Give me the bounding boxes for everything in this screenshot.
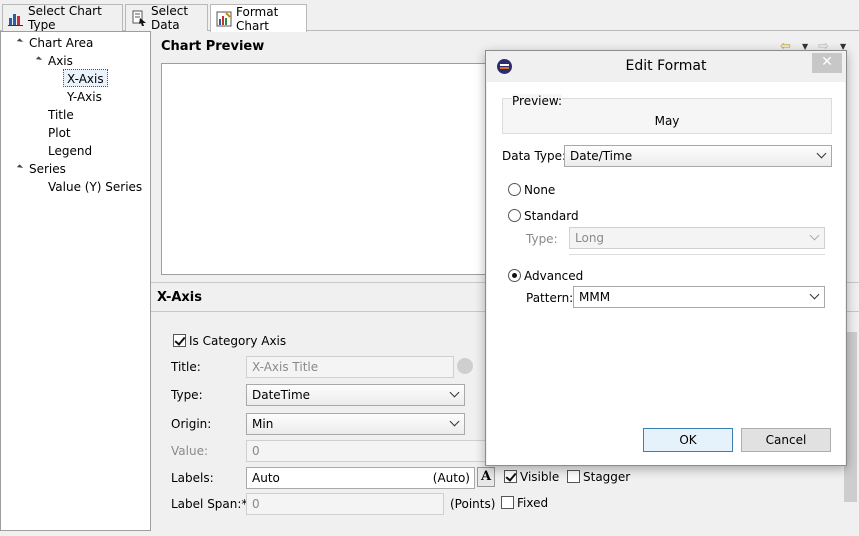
expand-chart-area-icon[interactable]: [16, 38, 24, 45]
value-label: Value:: [171, 444, 208, 458]
format-tree: Chart Area Axis X-Axis Y-Axis Title Plot…: [0, 31, 151, 531]
dialog-body: Preview: May Data Type: Date/Time None S…: [487, 82, 845, 465]
cancel-button[interactable]: Cancel: [741, 428, 831, 452]
fixed-checkbox[interactable]: [501, 496, 514, 509]
label-span-label: Label Span:*: [171, 497, 248, 511]
data-type-label: Data Type:: [502, 149, 567, 163]
tree-item-title[interactable]: Title: [48, 106, 74, 124]
points-label: (Points): [450, 497, 496, 511]
labels-auto-text: (Auto): [432, 471, 470, 485]
visible-checkbox[interactable]: [504, 470, 517, 483]
expand-axis-icon[interactable]: [35, 56, 43, 63]
axis-type-select[interactable]: DateTime: [246, 384, 465, 406]
globe-icon[interactable]: [457, 358, 473, 374]
tree-item-axis[interactable]: Axis: [48, 52, 73, 70]
fixed-label: Fixed: [517, 496, 549, 510]
tree-item-plot[interactable]: Plot: [48, 124, 71, 142]
tab-format-chart[interactable]: Format Chart: [210, 4, 307, 33]
is-category-axis-label: Is Category Axis: [189, 334, 287, 348]
data-type-select[interactable]: Date/Time: [564, 145, 832, 167]
type-label: Type:: [171, 388, 203, 402]
ok-button[interactable]: OK: [643, 428, 733, 452]
chevron-down-icon: [449, 416, 460, 427]
chart-type-icon: [8, 10, 24, 26]
chevron-down-icon: [816, 148, 827, 159]
preview-label: Preview:: [512, 94, 563, 108]
stagger-checkbox[interactable]: [567, 470, 580, 483]
labels-label: Labels:: [171, 471, 214, 485]
standard-type-label: Type:: [526, 232, 558, 246]
dialog-titlebar: Edit Format ✕: [486, 51, 846, 81]
divider: [569, 254, 825, 255]
tree-item-series[interactable]: Series: [29, 160, 66, 178]
tab-select-chart-type[interactable]: Select Chart Type: [2, 4, 123, 32]
origin-value-field[interactable]: 0: [246, 440, 486, 462]
title-label: Title:: [171, 360, 201, 374]
origin-select[interactable]: Min: [246, 413, 465, 435]
preview-value: May: [654, 114, 680, 128]
stagger-label: Stagger: [583, 470, 631, 484]
expand-series-icon[interactable]: [16, 164, 24, 171]
select-data-icon: [131, 10, 147, 26]
edit-format-dialog: Edit Format ✕ Preview: May Data Type: Da…: [485, 50, 847, 466]
pattern-combo[interactable]: MMM: [573, 286, 825, 308]
labels-field[interactable]: Auto (Auto): [246, 467, 475, 489]
is-category-axis-checkbox[interactable]: [173, 334, 186, 347]
chevron-down-icon: [449, 387, 460, 398]
standard-label: Standard: [524, 209, 579, 223]
standard-type-select[interactable]: Long: [569, 227, 825, 249]
tree-item-chart-area[interactable]: Chart Area: [29, 34, 93, 52]
font-button[interactable]: A: [477, 467, 495, 487]
label-span-field[interactable]: 0: [246, 493, 444, 515]
tab-select-data[interactable]: Select Data: [125, 4, 208, 32]
pattern-label: Pattern:: [526, 291, 574, 305]
format-chart-icon: [216, 11, 232, 27]
dialog-title: Edit Format: [625, 58, 707, 74]
x-axis-title-field[interactable]: X-Axis Title: [246, 356, 454, 378]
tab-bar: Select Chart Type Select Data Format Cha…: [0, 0, 859, 33]
origin-label: Origin:: [171, 417, 212, 431]
visible-label: Visible: [520, 470, 560, 484]
tree-item-legend[interactable]: Legend: [48, 142, 92, 160]
tree-item-value-series[interactable]: Value (Y) Series: [48, 178, 142, 196]
none-label: None: [524, 183, 556, 197]
advanced-radio[interactable]: [508, 269, 521, 282]
tree-item-y-axis[interactable]: Y-Axis: [67, 88, 102, 106]
tree-item-x-axis[interactable]: X-Axis: [63, 69, 108, 87]
chevron-down-icon[interactable]: [809, 289, 820, 300]
chevron-down-icon: [809, 230, 820, 241]
advanced-label: Advanced: [524, 269, 584, 283]
chart-preview-title: Chart Preview: [161, 39, 265, 54]
preview-group: Preview: May: [502, 94, 832, 134]
none-radio[interactable]: [508, 183, 521, 196]
close-icon[interactable]: ✕: [812, 53, 842, 73]
standard-radio[interactable]: [508, 209, 521, 222]
